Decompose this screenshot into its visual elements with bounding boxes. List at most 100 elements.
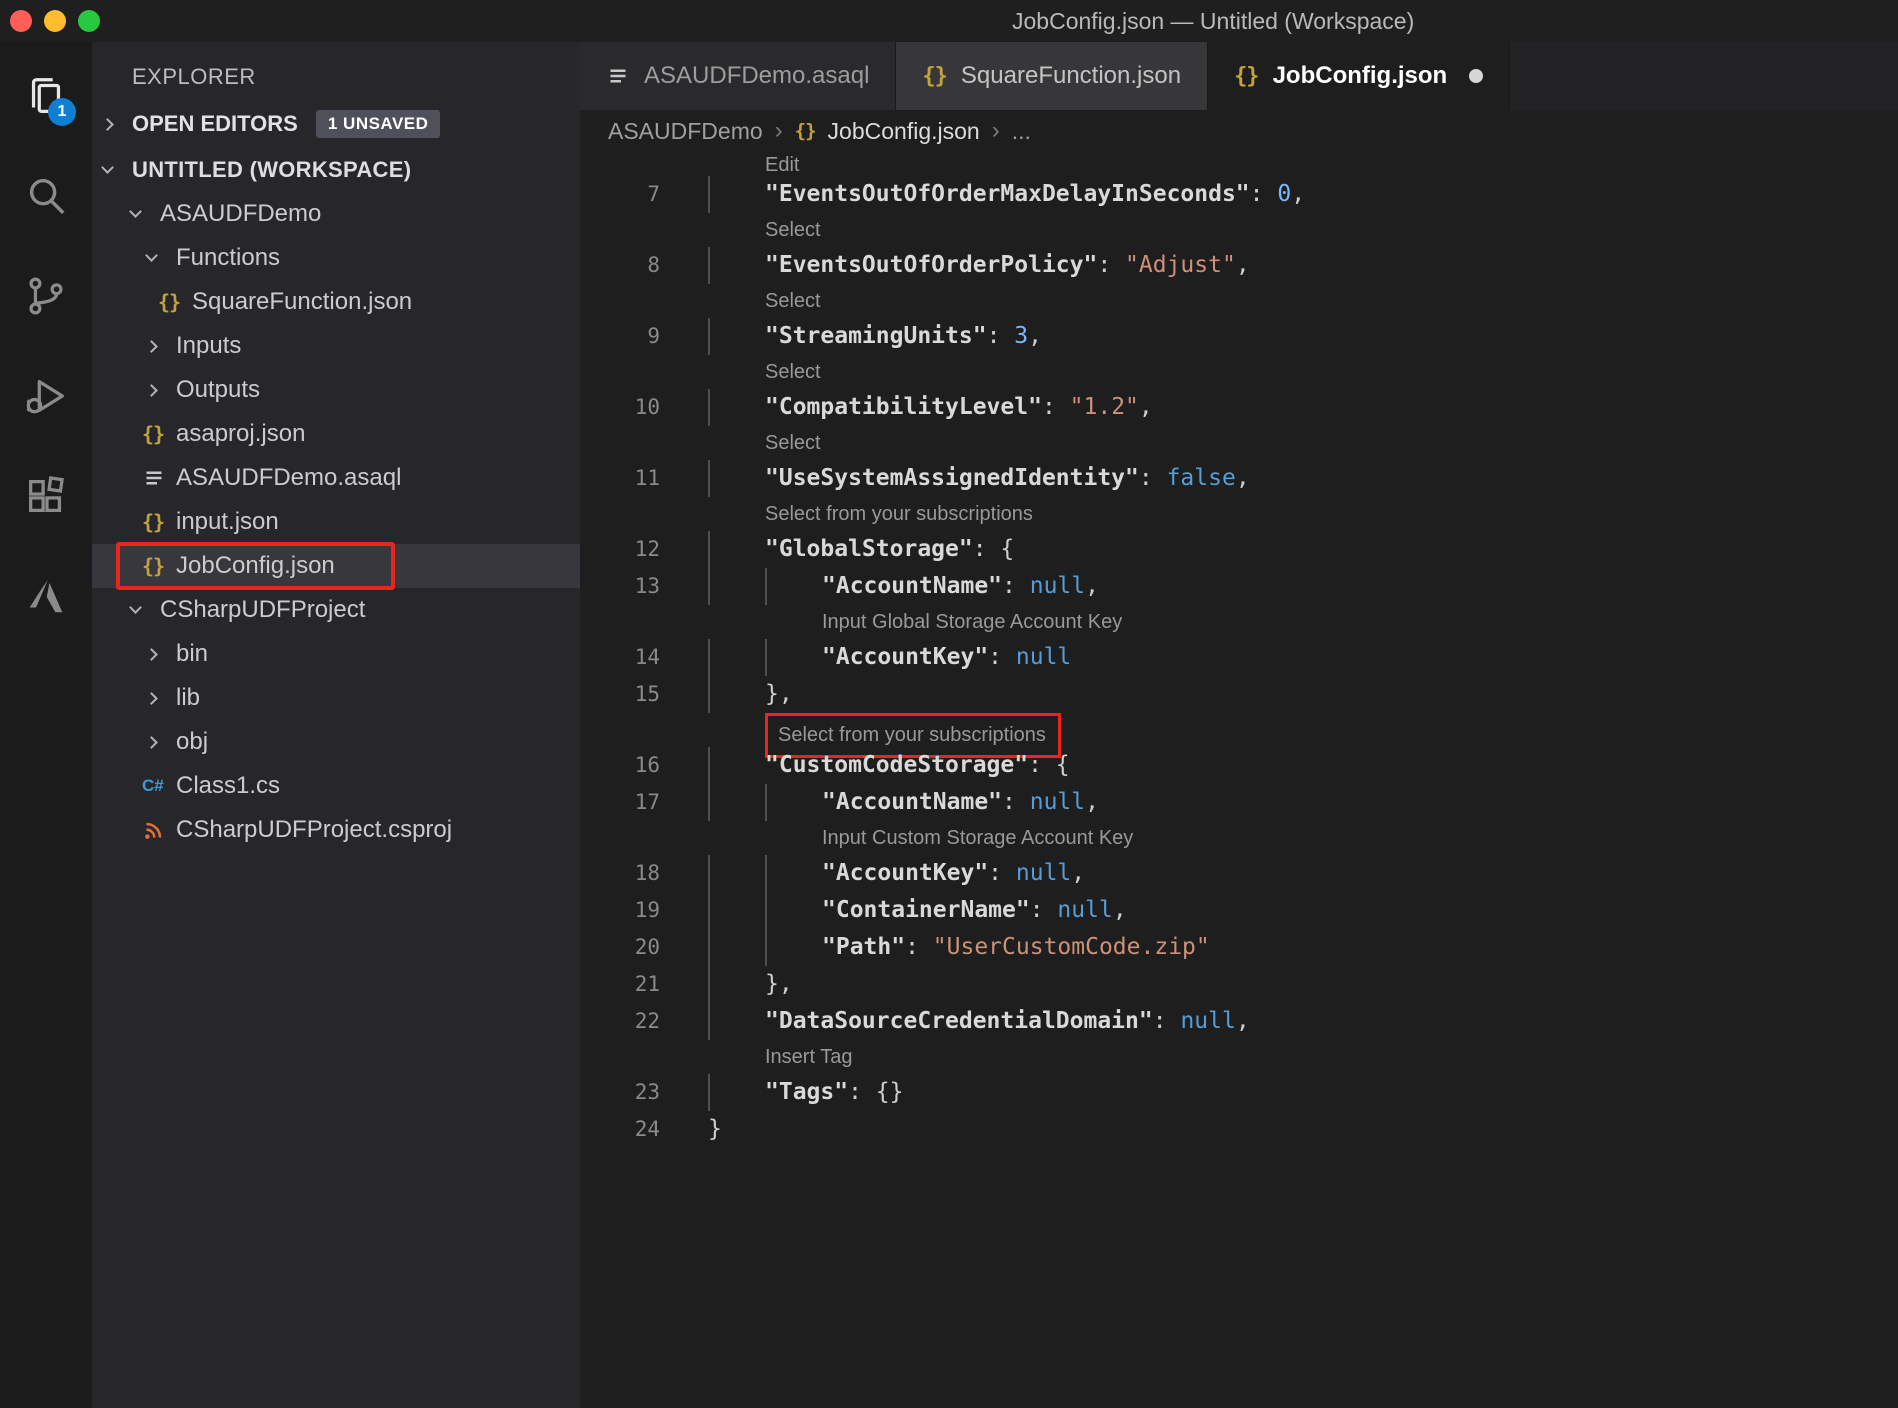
tab-ASAUDFDemo.asaql[interactable]: ASAUDFDemo.asaql — [580, 42, 897, 110]
activity-run-debug-button[interactable] — [0, 346, 92, 446]
indent-guide — [708, 855, 710, 892]
indent-guide — [765, 784, 767, 821]
azure-icon — [23, 573, 69, 619]
code-line-21[interactable]: 21}, — [580, 966, 1898, 1003]
breadcrumb-file[interactable]: JobConfig.json — [828, 118, 980, 145]
codelens-action[interactable]: Select — [765, 426, 821, 460]
token-punct: : — [1029, 897, 1058, 923]
json-braces-icon: {} — [158, 290, 181, 314]
code-line-16[interactable]: 16 "CustomCodeStorage": { — [580, 747, 1898, 784]
code-line-12[interactable]: 12 "GlobalStorage": { — [580, 531, 1898, 568]
minimize-button[interactable] — [44, 10, 66, 32]
tree-item-SquareFunction.json[interactable]: {} SquareFunction.json — [92, 280, 580, 324]
code-text: }, — [765, 676, 793, 713]
chevron-right-icon[interactable] — [145, 339, 158, 353]
activity-explorer-button[interactable]: 1 — [0, 46, 92, 146]
breadcrumb-more[interactable]: ... — [1012, 118, 1031, 145]
asaql-file-icon — [606, 64, 630, 88]
explorer-header: EXPLORER — [132, 64, 256, 89]
extensions-icon — [23, 473, 69, 519]
chevron-right-icon[interactable] — [145, 735, 158, 749]
code-area[interactable]: Edit 7 "EventsOutOfOrderMaxDelayInSeconds"… — [580, 152, 1898, 1408]
tree-item-label: ASAUDFDemo — [160, 200, 322, 227]
tree-item-lib[interactable]: lib — [92, 676, 580, 720]
code-line-7[interactable]: 7 "EventsOutOfOrderMaxDelayInSeconds": 0, — [580, 176, 1898, 213]
tree-item-bin[interactable]: bin — [92, 632, 580, 676]
chevron-down-icon[interactable] — [145, 249, 158, 262]
json-braces-icon: {} — [142, 422, 165, 446]
zoom-button[interactable] — [78, 10, 100, 32]
code-line-17[interactable]: 17 "AccountName": null, — [580, 784, 1898, 821]
line-number: 16 — [634, 753, 660, 777]
tree-item-Outputs[interactable]: Outputs — [92, 368, 580, 412]
red-annotation-box: {} JobConfig.json — [116, 542, 395, 590]
codelens-action[interactable]: Edit — [765, 152, 799, 176]
code-line-19[interactable]: 19 "ContainerName": null, — [580, 892, 1898, 929]
chevron-down-icon[interactable] — [129, 601, 142, 614]
token-punct: : — [1041, 394, 1070, 420]
code-line-23[interactable]: 23 "Tags": {} — [580, 1074, 1898, 1111]
chevron-right-icon[interactable] — [145, 383, 158, 397]
tree-item-Functions[interactable]: Functions — [92, 236, 580, 280]
chevron-right-icon[interactable] — [145, 647, 158, 661]
codelens-action[interactable]: Select — [765, 355, 821, 389]
code-line-20[interactable]: 20 "Path": "UserCustomCode.zip" — [580, 929, 1898, 966]
tab-SquareFunction.json[interactable]: {} SquareFunction.json — [896, 42, 1209, 110]
tree-item-icon-slot: {} — [142, 510, 176, 534]
codelens-action[interactable]: Input Global Storage Account Key — [822, 605, 1122, 639]
chevron-down-icon[interactable] — [129, 205, 142, 218]
codelens-action[interactable]: Input Custom Storage Account Key — [822, 821, 1133, 855]
tree-item-ASAUDFDemo.asaql[interactable]: ASAUDFDemo.asaql — [92, 456, 580, 500]
codelens-action[interactable]: Select from your subscriptions — [765, 497, 1033, 531]
code-line-content: "Path": "UserCustomCode.zip" — [708, 929, 1898, 966]
code-line-22[interactable]: 22 "DataSourceCredentialDomain": null, — [580, 1003, 1898, 1040]
tree-item-label: Class1.cs — [176, 772, 281, 799]
code-line-9[interactable]: 9 "StreamingUnits": 3, — [580, 318, 1898, 355]
codelens-action[interactable]: Insert Tag — [765, 1040, 852, 1074]
chevron-down-icon[interactable] — [101, 161, 114, 174]
open-editors-section[interactable]: OPEN EDITORS 1 UNSAVED — [92, 100, 580, 148]
code-line-11[interactable]: 11 "UseSystemAssignedIdentity": false, — [580, 460, 1898, 497]
code-line-content: "StreamingUnits": 3, — [708, 318, 1898, 355]
code-line-18[interactable]: 18 "AccountKey": null, — [580, 855, 1898, 892]
codelens-action[interactable]: Select — [765, 284, 821, 318]
code-line-24[interactable]: 24} — [580, 1111, 1898, 1148]
breadcrumb-project[interactable]: ASAUDFDemo — [608, 118, 763, 145]
tree-item-JobConfig.json[interactable]: {} JobConfig.json — [92, 542, 580, 590]
tree-item-Inputs[interactable]: Inputs — [92, 324, 580, 368]
code-text: "EventsOutOfOrderMaxDelayInSeconds": 0, — [765, 176, 1305, 213]
tree-item-ASAUDFDemo[interactable]: ASAUDFDemo — [92, 192, 580, 236]
codelens-content: Select — [708, 355, 1898, 389]
tree-item-icon-slot — [126, 601, 160, 614]
tree-item-obj[interactable]: obj — [92, 720, 580, 764]
tree-item-label: input.json — [176, 508, 279, 535]
codelens-action[interactable]: Select — [765, 213, 821, 247]
code-line-10[interactable]: 10 "CompatibilityLevel": "1.2", — [580, 389, 1898, 426]
tree-item-UNTITLED (WORKSPACE)[interactable]: UNTITLED (WORKSPACE) — [92, 148, 580, 192]
tree-item-CSharpUDFProject.csproj[interactable]: CSharpUDFProject.csproj — [92, 808, 580, 852]
activity-extensions-button[interactable] — [0, 446, 92, 546]
tree-item-CSharpUDFProject[interactable]: CSharpUDFProject — [92, 588, 580, 632]
activity-azure-button[interactable] — [0, 546, 92, 646]
window-controls — [10, 10, 100, 32]
line-number: 7 — [647, 182, 660, 206]
code-line-8[interactable]: 8 "EventsOutOfOrderPolicy": "Adjust", — [580, 247, 1898, 284]
tree-item-input.json[interactable]: {} input.json — [92, 500, 580, 544]
line-number: 20 — [634, 935, 660, 959]
unsaved-dot[interactable] — [1469, 69, 1484, 83]
chevron-right-icon[interactable] — [145, 691, 158, 705]
code-line-14[interactable]: 14 "AccountKey": null — [580, 639, 1898, 676]
chevron-right-icon[interactable] — [98, 117, 132, 131]
activity-search-button[interactable] — [0, 146, 92, 246]
tab-JobConfig.json[interactable]: {} JobConfig.json — [1208, 42, 1511, 110]
tree-item-asaproj.json[interactable]: {} asaproj.json — [92, 412, 580, 456]
line-number: 19 — [634, 898, 660, 922]
token-punct: , — [1071, 860, 1086, 886]
close-button[interactable] — [10, 10, 32, 32]
code-line-13[interactable]: 13 "AccountName": null, — [580, 568, 1898, 605]
tree-item-Class1.cs[interactable]: C# Class1.cs — [92, 764, 580, 808]
token-punct: , — [1028, 323, 1042, 349]
activity-source-control-button[interactable] — [0, 246, 92, 346]
code-line-15[interactable]: 15}, — [580, 676, 1898, 713]
gutter-spacer — [580, 605, 660, 639]
